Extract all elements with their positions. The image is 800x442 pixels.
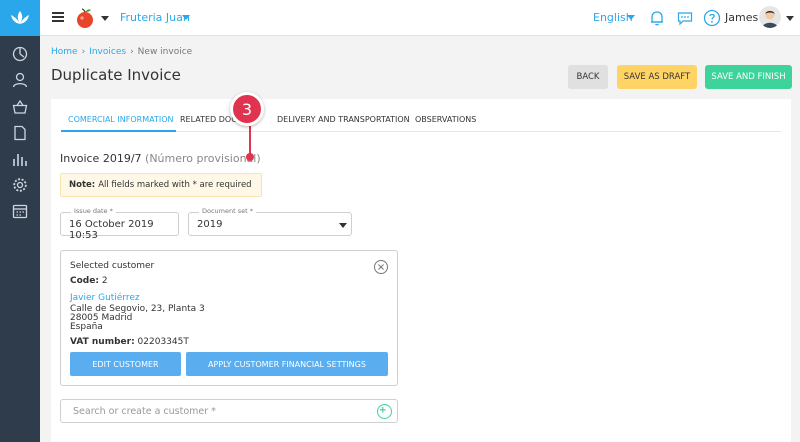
edit-customer-button[interactable]: EDIT CUSTOMER (70, 352, 181, 376)
document-set-value[interactable]: 2019 (197, 219, 222, 230)
document-set-select[interactable]: Document set * 2019 (188, 207, 352, 236)
customer-code-value: 2 (101, 276, 108, 286)
invoice-number: Invoice 2019/7 (Número provisional) (60, 152, 261, 165)
save-and-finish-button[interactable]: SAVE AND FINISH (705, 65, 792, 89)
sidebar (0, 0, 40, 442)
app-logo[interactable] (0, 0, 40, 36)
note-text: All fields marked with * are required (98, 180, 252, 190)
save-draft-button[interactable]: SAVE AS DRAFT (617, 65, 697, 89)
avatar[interactable] (759, 6, 781, 28)
gear-icon[interactable] (11, 176, 29, 194)
calendar-icon[interactable] (11, 202, 29, 220)
customer-search (60, 399, 398, 423)
step-badge-pointer (249, 126, 251, 156)
document-icon[interactable] (11, 124, 29, 142)
customer-code-label: Code: (70, 276, 99, 286)
issue-date-value[interactable]: 16 October 2019 10:53 (69, 219, 178, 241)
customer-search-input[interactable] (62, 401, 362, 421)
breadcrumb-invoices[interactable]: Invoices (89, 47, 126, 57)
user-menu-chevron-down-icon[interactable] (786, 16, 794, 21)
store-logo-chevron-down-icon[interactable] (101, 16, 109, 21)
close-icon[interactable] (374, 260, 388, 274)
basket-icon[interactable] (11, 98, 29, 116)
page-title: Duplicate Invoice (51, 66, 181, 84)
chat-icon[interactable] (676, 9, 694, 27)
document-set-chevron-down-icon[interactable] (339, 223, 347, 228)
store-logo[interactable] (74, 7, 96, 29)
invoice-provisional-label: (Número provisional) (145, 152, 261, 165)
issue-date-field[interactable]: Issue date * 16 October 2019 10:53 (60, 207, 179, 241)
step-badge-dot (246, 153, 254, 161)
store-chevron-down-icon[interactable] (182, 15, 190, 20)
apply-customer-financial-settings-button[interactable]: APPLY CUSTOMER FINANCIAL SETTINGS (186, 352, 388, 376)
step-badge: 3 (230, 92, 264, 126)
breadcrumb-chevron-right-icon: › (81, 47, 86, 57)
apple-icon (77, 8, 93, 28)
breadcrumb: Home › Invoices › New invoice (51, 47, 192, 57)
add-customer-icon[interactable] (377, 404, 392, 419)
note-label: Note: (69, 180, 96, 190)
back-button[interactable]: BACK (568, 65, 608, 89)
tab-comercial-information[interactable]: COMERCIAL INFORMATION (68, 115, 174, 124)
lotus-logo-icon (11, 11, 29, 24)
vat-label: VAT number: (70, 337, 135, 347)
customer-country: España (70, 322, 103, 332)
user-name[interactable]: James (725, 11, 758, 24)
customer-code: Code: 2 (70, 276, 108, 286)
customer-vat: VAT number: 02203345T (70, 337, 189, 347)
issue-date-label: Issue date * (71, 207, 116, 215)
tab-observations[interactable]: OBSERVATIONS (415, 115, 476, 124)
bar-chart-icon[interactable] (11, 150, 29, 168)
tab-bar: COMERCIAL INFORMATION RELATED DOCU DELIV… (61, 99, 781, 132)
invoice-number-value: Invoice 2019/7 (60, 152, 142, 165)
breadcrumb-chevron-right-icon: › (130, 47, 134, 57)
bell-icon[interactable] (648, 9, 666, 27)
tab-delivery-and-transportation[interactable]: DELIVERY AND TRANSPORTATION (277, 115, 410, 124)
breadcrumb-current: New invoice (137, 47, 193, 57)
dashboard-icon[interactable] (11, 45, 29, 63)
menu-icon[interactable] (52, 12, 64, 22)
required-fields-note: Note: All fields marked with * are requi… (60, 173, 262, 197)
selected-customer-box: Selected customer Code: 2 Javier Gutiérr… (60, 250, 398, 386)
store-selector[interactable]: Fruteria Juan (120, 11, 190, 24)
top-bar: Fruteria Juan English James (40, 0, 800, 36)
selected-customer-heading: Selected customer (70, 261, 155, 271)
help-icon[interactable] (703, 9, 721, 27)
active-tab-indicator (61, 130, 176, 132)
vat-value: 02203345T (137, 337, 189, 347)
document-set-label: Document set * (199, 207, 256, 215)
breadcrumb-home[interactable]: Home (51, 47, 78, 57)
customer-name-link[interactable]: Javier Gutiérrez (70, 293, 140, 303)
language-chevron-down-icon[interactable] (627, 15, 635, 20)
user-icon[interactable] (11, 71, 29, 89)
